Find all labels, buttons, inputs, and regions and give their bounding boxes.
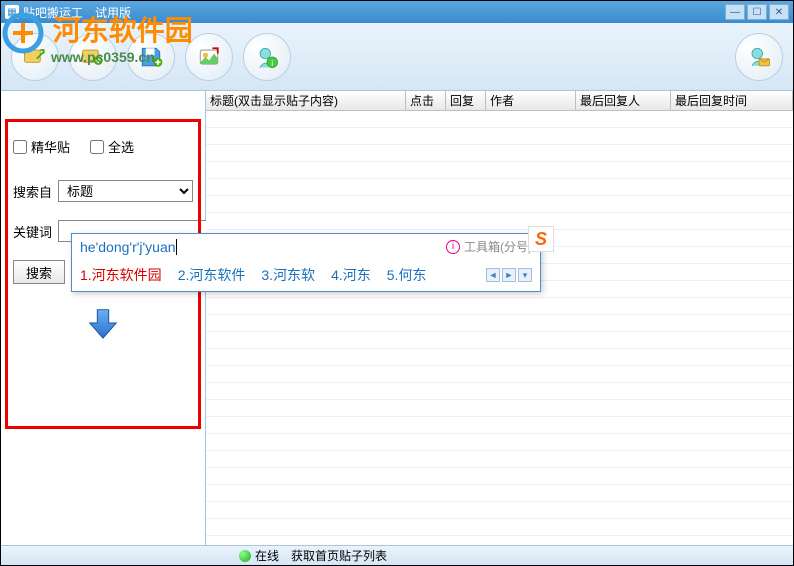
th-last-replier[interactable]: 最后回复人 [576, 91, 671, 110]
ime-input-text: he'dong'r'j'yuan [80, 239, 176, 255]
search-from-select[interactable]: 标题 [58, 180, 193, 202]
th-clicks[interactable]: 点击 [406, 91, 446, 110]
ime-menu-button[interactable]: ▾ [518, 268, 532, 282]
app-icon: ▦ [5, 5, 19, 19]
th-author[interactable]: 作者 [486, 91, 576, 110]
window-title: 贴吧搬运工 [23, 4, 83, 21]
status-action: 获取首页贴子列表 [291, 547, 387, 564]
toolbar-btn-4[interactable] [185, 33, 233, 81]
down-arrow-icon[interactable] [13, 304, 193, 342]
statusbar: 在线 获取首页贴子列表 [1, 545, 793, 565]
info-icon: i [446, 240, 460, 254]
toolbar-btn-1[interactable] [11, 33, 59, 81]
minimize-button[interactable]: — [725, 4, 745, 20]
svg-text:i: i [271, 58, 273, 67]
main-area: 标题(双击显示贴子内容) 点击 回复 作者 最后回复人 最后回复时间 [206, 91, 793, 545]
status-online: 在线 [255, 547, 279, 564]
ime-next-button[interactable]: ► [502, 268, 516, 282]
table-body[interactable] [206, 111, 793, 545]
toolbar-btn-mail[interactable] [735, 33, 783, 81]
ime-prev-button[interactable]: ◄ [486, 268, 500, 282]
th-replies[interactable]: 回复 [446, 91, 486, 110]
sidebar: 精华贴 全选 搜索自 标题 关键词 搜索 [1, 91, 206, 545]
th-title[interactable]: 标题(双击显示贴子内容) [206, 91, 406, 110]
ime-candidate-4[interactable]: 4.河东 [331, 265, 371, 285]
table-header: 标题(双击显示贴子内容) 点击 回复 作者 最后回复人 最后回复时间 [206, 91, 793, 111]
ime-candidate-5[interactable]: 5.何东 [387, 265, 427, 285]
ime-popup: S he'dong'r'j'yuan i 工具箱(分号) 1.河东软件园 2.河… [71, 233, 541, 292]
toolbar-btn-5[interactable]: i [243, 33, 291, 81]
window-subtitle: 试用版 [95, 4, 131, 21]
search-button[interactable]: 搜索 [13, 260, 65, 284]
ime-candidate-1[interactable]: 1.河东软件园 [80, 265, 162, 285]
titlebar: ▦ 贴吧搬运工 试用版 — ☐ ✕ [1, 1, 793, 23]
online-indicator-icon [239, 550, 251, 562]
search-from-label: 搜索自 [13, 182, 52, 201]
close-button[interactable]: ✕ [769, 4, 789, 20]
toolbar-btn-3[interactable] [127, 33, 175, 81]
toolbar: i [1, 23, 793, 91]
essence-checkbox[interactable]: 精华贴 [13, 137, 70, 156]
select-all-checkbox[interactable]: 全选 [90, 137, 134, 156]
ime-hint: i 工具箱(分号) [446, 238, 532, 255]
toolbar-btn-2[interactable] [69, 33, 117, 81]
maximize-button[interactable]: ☐ [747, 4, 767, 20]
th-last-reply-time[interactable]: 最后回复时间 [671, 91, 793, 110]
ime-candidate-2[interactable]: 2.河东软件 [178, 265, 246, 285]
ime-candidate-3[interactable]: 3.河东软 [261, 265, 315, 285]
sogou-logo-icon: S [528, 226, 554, 252]
keyword-label: 关键词 [13, 222, 52, 241]
